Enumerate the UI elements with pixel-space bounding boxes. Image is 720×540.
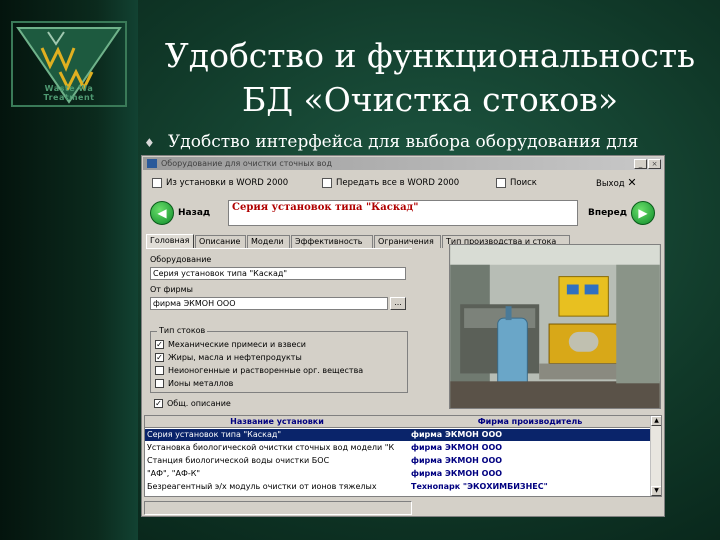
table-row[interactable]: Установка биологической очистки сточных … — [145, 442, 651, 454]
title-line-1: Удобство и функциональность — [164, 36, 696, 75]
table-row[interactable]: Безреагентный э/х модуль очистки от ионо… — [145, 481, 651, 493]
table-header: Название установки Фирма производитель — [145, 416, 661, 428]
binoculars-icon — [496, 177, 506, 188]
export-all-word-button[interactable]: Передать все в WORD 2000 — [322, 174, 459, 192]
checkbox-mechanical[interactable]: ✓ Механические примеси и взвеси — [155, 338, 306, 350]
exit-button[interactable]: Выход ✕ — [596, 174, 637, 192]
installations-table: Название установки Фирма производитель С… — [144, 415, 662, 497]
title-line-2: БД «Очистка стоков» — [241, 80, 619, 119]
word-icon — [152, 177, 162, 188]
forward-button[interactable]: Вперед ▶ — [588, 198, 655, 228]
minimize-button[interactable]: _ — [634, 159, 647, 169]
checkbox-organic[interactable]: Неионогенные и растворенные орг. веществ… — [155, 364, 363, 376]
equipment-label: Оборудование — [150, 255, 212, 264]
equipment-photo — [449, 244, 661, 409]
table-row[interactable]: Серия установок типа "Каскад" фирма ЭКМО… — [145, 429, 651, 441]
app-icon — [147, 159, 157, 168]
check-icon: ✓ — [155, 339, 164, 349]
tab-models[interactable]: Модели — [247, 235, 290, 248]
toolbar: Из установки в WORD 2000 Передать все в … — [144, 174, 662, 192]
bullet-icon: ♦ — [144, 136, 155, 150]
main-tab-panel: Оборудование Серия установок типа "Каска… — [146, 248, 412, 408]
table-row[interactable]: "АФ", "АФ-К" фирма ЭКМОН ООО — [145, 468, 651, 480]
arrow-right-icon: ▶ — [631, 201, 655, 225]
column-header-company[interactable]: Фирма производитель — [409, 416, 651, 428]
back-button[interactable]: ◀ Назад — [150, 198, 210, 228]
tab-main[interactable]: Головная — [146, 234, 194, 248]
word-icon — [322, 177, 332, 188]
close-window-button[interactable]: × — [648, 159, 661, 169]
tab-description[interactable]: Описание — [195, 235, 246, 248]
check-icon: ✓ — [154, 398, 163, 408]
navigation-row: ◀ Назад Серия установок типа "Каскад" Вп… — [144, 196, 662, 230]
group-title: Тип стоков — [157, 326, 208, 335]
tab-restrictions[interactable]: Ограничения — [374, 235, 441, 248]
table-scrollbar[interactable]: ▲ ▼ — [650, 416, 661, 496]
close-icon: ✕ — [627, 176, 637, 189]
table-row[interactable]: Станция биологической воды очистки БОС ф… — [145, 455, 651, 467]
column-header-name[interactable]: Название установки — [145, 416, 409, 428]
checkbox-general-description[interactable]: ✓ Общ. описание — [154, 397, 231, 409]
export-item-word-button[interactable]: Из установки в WORD 2000 — [152, 174, 288, 192]
company-label: От фирмы — [150, 285, 193, 294]
checkbox-metal-ions[interactable]: Ионы металлов — [155, 377, 233, 389]
arrow-left-icon: ◀ — [150, 201, 174, 225]
slide-title: Удобство и функциональность БД «Очистка … — [150, 34, 710, 122]
window-title: Оборудование для очистки сточных вод — [161, 159, 332, 168]
waste-type-group: Тип стоков ✓ Механические примеси и взвес… — [150, 326, 408, 393]
company-browse-button[interactable]: ... — [390, 297, 406, 310]
status-bar — [144, 501, 412, 515]
app-window: Оборудование для очистки сточных вод _ ×… — [141, 155, 665, 517]
search-button[interactable]: Поиск — [496, 174, 537, 192]
equipment-field[interactable]: Серия установок типа "Каскад" — [150, 267, 406, 280]
tab-efficiency[interactable]: Эффективность — [291, 235, 373, 248]
current-series-display: Серия установок типа "Каскад" — [228, 200, 578, 226]
scroll-down-icon[interactable]: ▼ — [651, 486, 661, 496]
scroll-up-icon[interactable]: ▲ — [651, 416, 661, 426]
logo-text: Waste Wa Treatment — [43, 84, 95, 102]
window-titlebar: Оборудование для очистки сточных вод _ × — [143, 157, 663, 170]
checkbox-fats-oils[interactable]: ✓ Жиры, масла и нефтепродукты — [155, 351, 302, 363]
bullet-text: ♦ Удобство интерфейса для выбора оборудов… — [144, 132, 639, 152]
check-icon: ✓ — [155, 352, 164, 362]
company-field[interactable]: фирма ЭКМОН ООО — [150, 297, 388, 310]
